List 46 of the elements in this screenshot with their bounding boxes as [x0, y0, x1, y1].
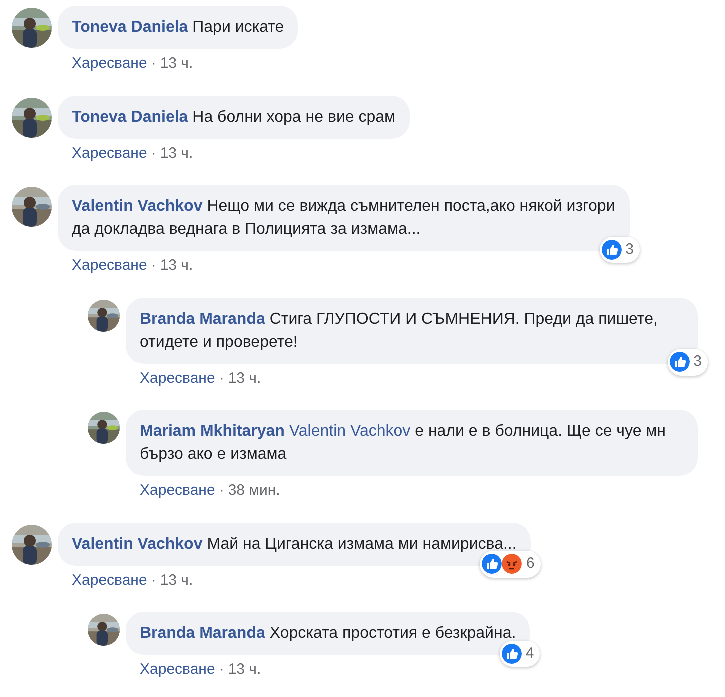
author-link[interactable]: Toneva Daniela [72, 19, 188, 36]
like-link[interactable]: Харесване [72, 53, 148, 76]
time-text: 13 ч. [160, 144, 194, 164]
author-link[interactable]: Branda Maranda [140, 625, 266, 642]
reaction-badge[interactable]: 3 [668, 349, 708, 376]
time-text: 13 ч. [160, 256, 194, 276]
author-link[interactable]: Toneva Daniela [72, 108, 188, 126]
reaction-count: 6 [525, 554, 536, 574]
comment-text: Toneva Daniela Пари искате [72, 18, 284, 38]
time-text: 13 ч. [228, 660, 262, 680]
like-link[interactable]: Харесване [72, 255, 148, 278]
like-link[interactable]: Харесване [140, 480, 216, 502]
like-link[interactable]: Харесване [140, 368, 216, 390]
thumbs-up-icon [482, 554, 502, 574]
author-link[interactable]: Valentin Vachkov [72, 536, 203, 552]
reaction-badge[interactable]: 6 [480, 551, 541, 578]
reaction-count: 3 [692, 352, 703, 372]
time-text: 38 мин. [228, 481, 280, 501]
time-text: 13 ч. [228, 368, 262, 388]
reaction-badge[interactable]: 3 [600, 236, 640, 263]
reaction-count: 3 [624, 240, 635, 260]
author-link[interactable]: Branda Maranda [140, 310, 266, 328]
author-link[interactable]: Mariam Mkhitaryan [140, 423, 285, 440]
reaction-badge[interactable]: 4 [500, 640, 540, 667]
separator-dot: · [151, 144, 156, 164]
comment-text: Branda Maranda Стига ГЛУПОСТИ И СЪМНЕНИЯ. Преди да пишете, отидете и проверете! [140, 310, 659, 352]
like-link[interactable]: Харесване [72, 142, 148, 165]
time-text: 13 ч. [160, 54, 194, 74]
like-link[interactable]: Харесване [72, 570, 148, 592]
angry-face-icon [502, 554, 522, 574]
reaction-count: 4 [524, 644, 536, 664]
thumbs-up-icon [670, 352, 690, 372]
thumbs-up-icon [502, 644, 522, 664]
comment-text: Toneva Daniela На болни хора не вие срам [72, 108, 396, 128]
mention-link[interactable]: Valentin Vachkov [289, 423, 411, 440]
like-link[interactable]: Харесване [140, 659, 216, 682]
separator-dot: · [151, 570, 156, 590]
thumbs-up-icon [602, 240, 622, 260]
separator-dot: · [151, 256, 156, 276]
separator-dot: · [151, 54, 156, 74]
separator-dot: · [219, 481, 224, 501]
author-link[interactable]: Valentin Vachkov [72, 198, 203, 215]
separator-dot: · [219, 368, 224, 388]
separator-dot: · [219, 660, 224, 680]
comment-text: Mariam Mkhitaryan Valentin Vachkov е нали е в болница. Ще се чуе мн бързо ако е измама [140, 422, 667, 465]
time-text: 13 ч. [160, 570, 194, 590]
